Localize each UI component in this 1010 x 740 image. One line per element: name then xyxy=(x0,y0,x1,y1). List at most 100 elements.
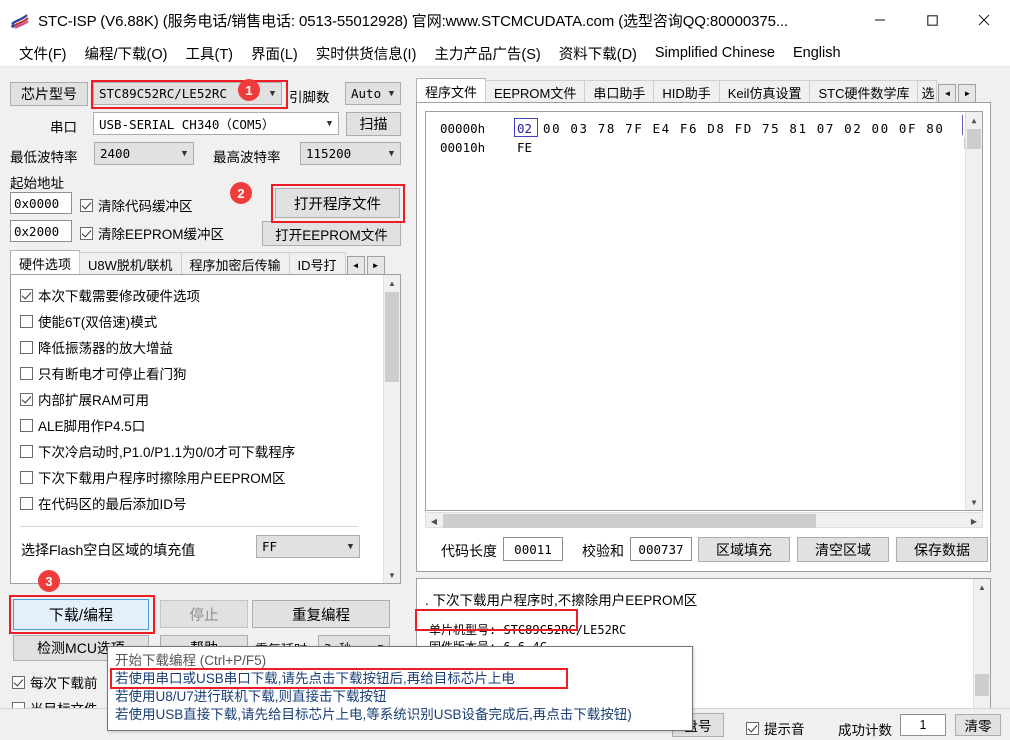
menu-item-tools[interactable]: 工具(T) xyxy=(176,41,242,66)
scroll-up-icon[interactable]: ▲ xyxy=(974,579,990,595)
repeat-program-button[interactable]: 重复编程 xyxy=(252,600,390,628)
option-row[interactable]: 下次冷启动时,P1.0/P1.1为0/0才可下载程序 xyxy=(20,438,374,464)
close-button[interactable] xyxy=(958,0,1010,40)
right-tab-next-button[interactable]: ► xyxy=(958,84,976,103)
open-program-file-button[interactable]: 打开程序文件 xyxy=(275,188,400,218)
tab-encrypted-transfer[interactable]: 程序加密后传输 xyxy=(181,252,290,275)
option-row[interactable]: 只有断电才可停止看门狗 xyxy=(20,360,374,386)
menu-item-file[interactable]: 文件(F) xyxy=(10,41,76,66)
tab-id-number[interactable]: ID号打 xyxy=(289,252,346,275)
scrollbar-thumb[interactable] xyxy=(385,292,399,382)
scroll-down-icon[interactable]: ▼ xyxy=(966,494,982,510)
chevron-down-icon: ▼ xyxy=(342,536,359,557)
flash-fill-value: FF xyxy=(257,539,342,554)
tab-stc-math-library[interactable]: STC硬件数学库 xyxy=(809,80,918,103)
chip-model-label-button[interactable]: 芯片型号 xyxy=(10,82,88,106)
option-row[interactable]: 降低振荡器的放大增益 xyxy=(20,334,374,360)
tab-hid-assistant[interactable]: HID助手 xyxy=(653,80,719,103)
hex-vertical-scrollbar[interactable]: ▲ ▼ xyxy=(965,112,982,510)
menu-item-product-ads[interactable]: 主力产品广告(S) xyxy=(425,41,549,66)
hex-horizontal-scrollbar[interactable]: ◀ ▶ xyxy=(425,512,983,528)
option-row[interactable]: 下次下载用户程序时擦除用户EEPROM区 xyxy=(20,464,374,490)
title-bar: STC-ISP (V6.88K) (服务电话/销售电话: 0513-550129… xyxy=(0,0,1010,40)
hardware-options-list: 本次下载需要修改硬件选项 使能6T(双倍速)模式 降低振荡器的放大增益 只有断电… xyxy=(20,282,374,516)
scroll-up-icon[interactable]: ▲ xyxy=(966,112,982,128)
log-line: 单片机型号: STC89C52RC/LE52RC xyxy=(429,621,626,638)
option-label: 本次下载需要修改硬件选项 xyxy=(38,285,200,305)
hex-ascii-cursor xyxy=(962,115,963,135)
code-start-address-input[interactable]: 0x0000 xyxy=(10,192,72,214)
clear-region-button[interactable]: 清空区域 xyxy=(797,537,889,562)
option-row[interactable]: 内部扩展RAM可用 xyxy=(20,386,374,412)
option-label: 在代码区的最后添加ID号 xyxy=(38,493,187,513)
right-tab-prev-button[interactable]: ◄ xyxy=(938,84,956,103)
hardware-options-panel: 本次下载需要修改硬件选项 使能6T(双倍速)模式 降低振荡器的放大增益 只有断电… xyxy=(10,274,401,584)
reset-counter-button[interactable]: 清零 xyxy=(955,714,1001,736)
hex-row-address: 00010h xyxy=(440,140,485,155)
open-eeprom-file-button[interactable]: 打开EEPROM文件 xyxy=(262,221,401,246)
checkbox-box xyxy=(20,497,33,510)
scrollbar-thumb[interactable] xyxy=(443,514,816,528)
menu-item-realtime-supply[interactable]: 实时供货信息(I) xyxy=(307,41,426,66)
scroll-right-icon[interactable]: ▶ xyxy=(966,513,982,529)
max-baud-select[interactable]: 115200 ▼ xyxy=(300,142,401,165)
options-scrollbar[interactable]: ▲ ▼ xyxy=(383,275,400,583)
fill-region-button[interactable]: 区域填充 xyxy=(698,537,790,562)
option-row[interactable]: 使能6T(双倍速)模式 xyxy=(20,308,374,334)
scroll-up-icon[interactable]: ▲ xyxy=(384,275,400,291)
download-program-button[interactable]: 下载/编程 xyxy=(13,599,149,630)
eeprom-start-address-input[interactable]: 0x2000 xyxy=(10,220,72,242)
tab-eeprom-file[interactable]: EEPROM文件 xyxy=(485,80,585,103)
tab-prev-button[interactable]: ◄ xyxy=(347,256,365,275)
chevron-down-icon: ▼ xyxy=(383,83,400,104)
tab-keil-simulation[interactable]: Keil仿真设置 xyxy=(719,80,811,103)
option-row[interactable]: ALE脚用作P4.5口 xyxy=(20,412,374,438)
scan-button[interactable]: 扫描 xyxy=(346,112,401,136)
tab-more[interactable]: 选 xyxy=(917,80,937,103)
max-baud-value: 115200 xyxy=(301,146,383,161)
menu-bar: 文件(F) 编程/下载(O) 工具(T) 界面(L) 实时供货信息(I) 主力产… xyxy=(0,40,1010,67)
maximize-button[interactable] xyxy=(906,0,958,40)
stop-button[interactable]: 停止 xyxy=(160,600,248,628)
option-label: 内部扩展RAM可用 xyxy=(38,389,149,409)
scroll-left-icon[interactable]: ◀ xyxy=(426,513,442,529)
chevron-down-icon: ▼ xyxy=(176,143,193,164)
menu-item-downloads[interactable]: 资料下载(D) xyxy=(550,41,646,66)
serial-port-select[interactable]: USB-SERIAL CH340（COM5） ▼ xyxy=(93,112,339,135)
beep-checkbox[interactable]: 提示音 xyxy=(746,718,805,738)
option-label: 下次下载用户程序时擦除用户EEPROM区 xyxy=(38,467,286,487)
hex-row-bytes: 00 03 78 7F E4 F6 D8 FD 75 81 07 02 00 0… xyxy=(543,121,945,136)
option-label: 下次冷启动时,P1.0/P1.1为0/0才可下载程序 xyxy=(38,441,295,461)
save-data-button[interactable]: 保存数据 xyxy=(896,537,988,562)
flash-fill-select[interactable]: FF ▼ xyxy=(256,535,360,558)
tab-serial-assistant[interactable]: 串口助手 xyxy=(584,80,654,103)
log-scrollbar[interactable]: ▲ ▼ xyxy=(973,579,990,725)
option-row[interactable]: 本次下载需要修改硬件选项 xyxy=(20,282,374,308)
tab-hardware-options[interactable]: 硬件选项 xyxy=(10,250,80,275)
tab-next-button[interactable]: ► xyxy=(367,256,385,275)
left-config-panel: 芯片型号 STC89C52RC/LE52RC ▼ 引脚数 Auto ▼ 串口 U… xyxy=(0,72,412,740)
scroll-down-icon[interactable]: ▼ xyxy=(384,567,400,583)
option-row[interactable]: 在代码区的最后添加ID号 xyxy=(20,490,374,516)
max-baud-label: 最高波特率 xyxy=(213,146,281,166)
pin-count-select[interactable]: Auto ▼ xyxy=(345,82,401,105)
scrollbar-thumb[interactable] xyxy=(967,129,981,149)
minimize-button[interactable] xyxy=(854,0,906,40)
checkbox-box xyxy=(80,199,93,212)
min-baud-select[interactable]: 2400 ▼ xyxy=(94,142,194,165)
scrollbar-thumb[interactable] xyxy=(975,674,989,696)
hex-row-first-byte: 02 xyxy=(517,121,532,136)
menu-item-interface[interactable]: 界面(L) xyxy=(242,41,307,66)
checkbox-box xyxy=(20,393,33,406)
clear-eeprom-buffer-checkbox[interactable]: 清除EEPROM缓冲区 xyxy=(80,223,224,243)
log-line: . 下次下载用户程序时,不擦除用户EEPROM区 xyxy=(425,589,697,609)
hex-editor[interactable]: 00000h 02 00 03 78 7F E4 F6 D8 FD 75 81 … xyxy=(425,111,983,511)
option-label: 降低振荡器的放大增益 xyxy=(38,337,173,357)
menu-item-english[interactable]: English xyxy=(784,43,850,63)
menu-item-program-download[interactable]: 编程/下载(O) xyxy=(76,41,177,66)
tab-program-file[interactable]: 程序文件 xyxy=(416,78,486,103)
clear-code-buffer-checkbox[interactable]: 清除代码缓冲区 xyxy=(80,195,193,215)
menu-item-simplified-chinese[interactable]: Simplified Chinese xyxy=(646,43,784,63)
tab-u8w-offline-online[interactable]: U8W脱机/联机 xyxy=(79,252,182,275)
check-before-download-checkbox[interactable]: 每次下载前 xyxy=(12,672,98,692)
